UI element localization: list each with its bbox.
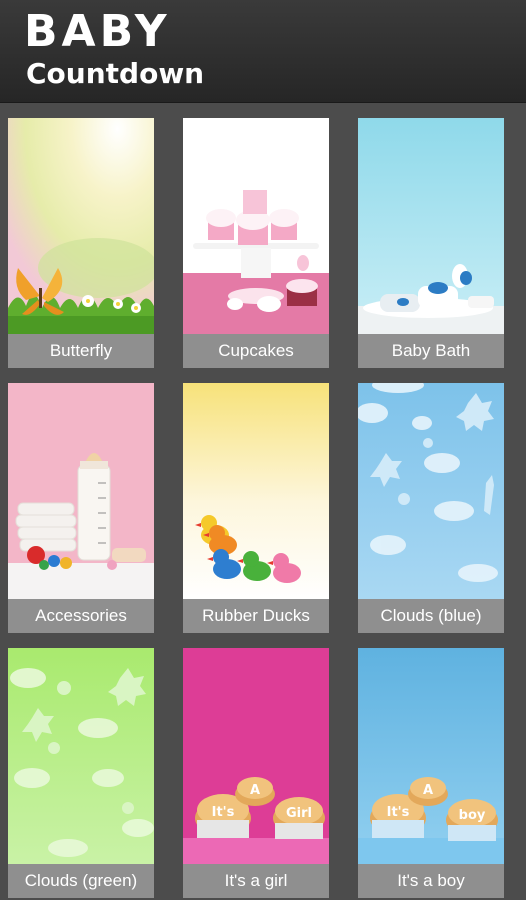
theme-label: Baby Bath (358, 334, 504, 368)
theme-label: Accessories (8, 599, 154, 633)
cupcake-text-a: A (423, 783, 433, 798)
theme-tile-accessories[interactable]: Accessories (8, 383, 154, 633)
theme-label: Clouds (blue) (358, 599, 504, 633)
theme-label: It's a boy (358, 864, 504, 898)
theme-tile-its-a-girl[interactable]: It's A Girl It's a girl (183, 648, 329, 898)
baby-bath-image (358, 118, 504, 334)
cupcakes-image (183, 118, 329, 334)
cupcake-text-its: It's (212, 805, 235, 820)
theme-label: Clouds (green) (8, 864, 154, 898)
theme-label: Cupcakes (183, 334, 329, 368)
clouds-green-image (8, 648, 154, 864)
cupcake-text-its: It's (387, 805, 410, 820)
theme-tile-rubber-ducks[interactable]: Rubber Ducks (183, 383, 329, 633)
butterfly-image (8, 118, 154, 334)
cupcake-text-boy: boy (459, 808, 486, 823)
theme-tile-baby-bath[interactable]: Baby Bath (358, 118, 504, 368)
rubber-ducks-image (183, 383, 329, 599)
theme-label: It's a girl (183, 864, 329, 898)
theme-tile-cupcakes[interactable]: Cupcakes (183, 118, 329, 368)
theme-tile-clouds-green[interactable]: Clouds (green) (8, 648, 154, 898)
accessories-image (8, 383, 154, 599)
cupcake-text-a: A (250, 783, 260, 798)
theme-grid: Butterfly Cupcakes Baby Bath Accessories… (0, 0, 526, 900)
its-a-boy-image: It's A boy (358, 648, 504, 864)
theme-tile-butterfly[interactable]: Butterfly (8, 118, 154, 368)
theme-tile-clouds-blue[interactable]: Clouds (blue) (358, 383, 504, 633)
theme-tile-its-a-boy[interactable]: It's A boy It's a boy (358, 648, 504, 898)
its-a-girl-image: It's A Girl (183, 648, 329, 864)
theme-label: Butterfly (8, 334, 154, 368)
theme-label: Rubber Ducks (183, 599, 329, 633)
clouds-blue-image (358, 383, 504, 599)
cupcake-text-girl: Girl (286, 806, 312, 821)
